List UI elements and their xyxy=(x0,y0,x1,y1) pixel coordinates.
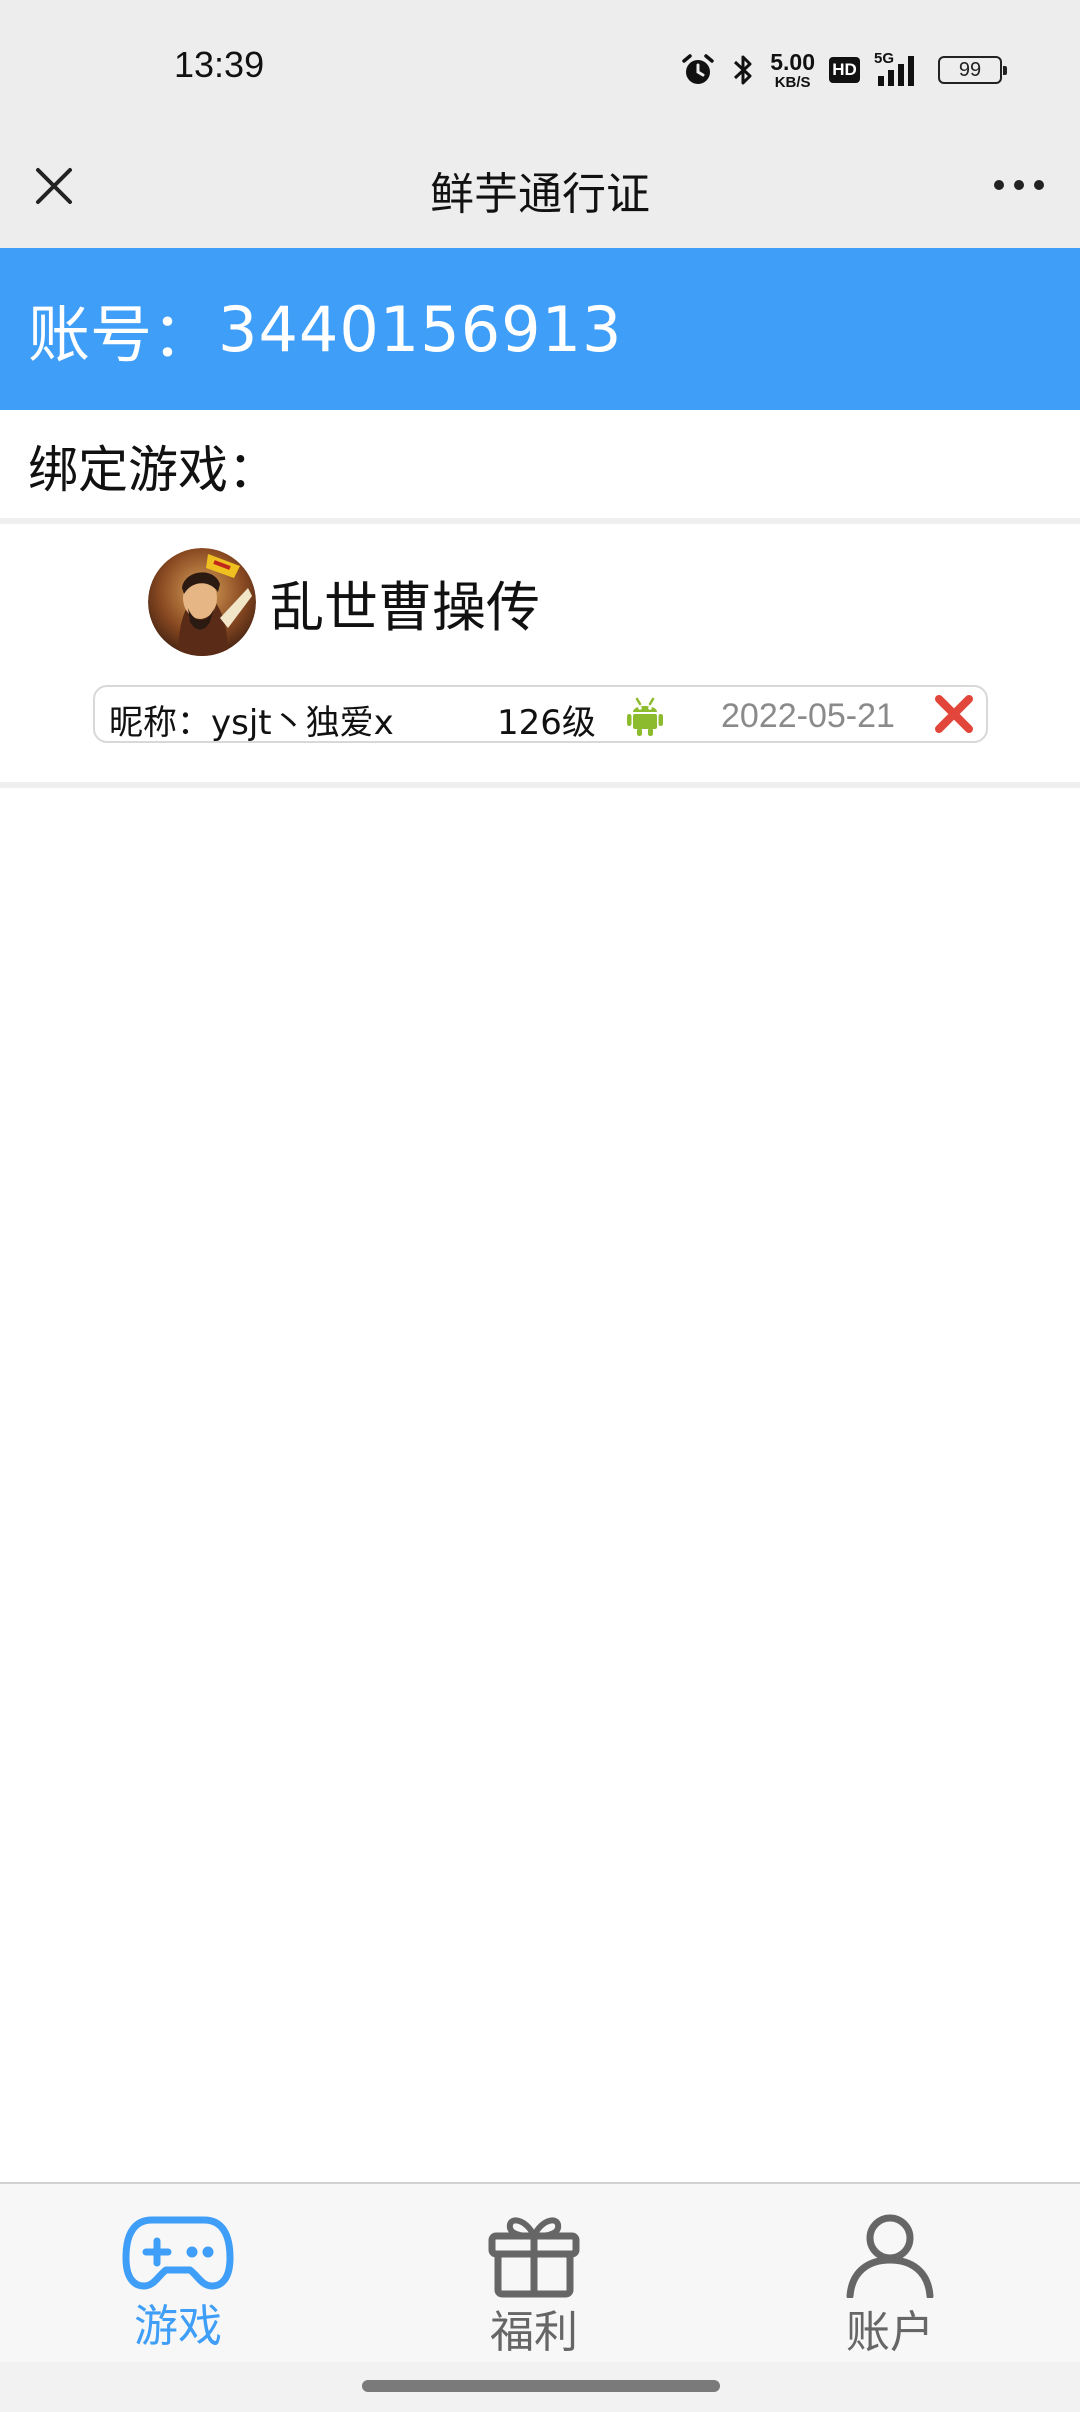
level-text: 126级 xyxy=(497,703,596,743)
nav-item-account[interactable]: 账户 xyxy=(790,2212,990,2360)
title-bar: 鲜芋通行证 xyxy=(0,138,1080,248)
game-avatar xyxy=(148,548,256,656)
delete-bind-button[interactable] xyxy=(929,689,979,739)
bind-record-row: 昵称：ysjt丶独爱x 126级 2022-05-21 xyxy=(93,685,988,743)
android-icon xyxy=(627,697,663,736)
nickname-text: 昵称：ysjt丶独爱x xyxy=(109,695,394,744)
gesture-bar-area xyxy=(0,2362,1080,2412)
account-banner: 账号： 3440156913 xyxy=(0,248,1080,410)
nav-label-games: 游戏 xyxy=(134,2301,222,2352)
net-speed: 5.00 KB/S xyxy=(770,48,815,91)
status-bar: 13:39 5.00 KB/S HD 5G 99 xyxy=(0,0,1080,138)
section-divider xyxy=(0,518,1080,524)
account-label: 账号： xyxy=(28,298,215,371)
nav-label-account: 账户 xyxy=(846,2307,934,2358)
nickname-value: ysjt丶独爱x xyxy=(211,703,394,743)
battery-icon: 99 xyxy=(938,56,1007,84)
gamepad-icon xyxy=(122,2216,234,2290)
status-icons: 5.00 KB/S HD 5G 99 xyxy=(680,46,1007,94)
more-icon xyxy=(994,180,1044,190)
net-speed-value: 5.00 xyxy=(770,48,815,75)
game-name: 乱世曹操传 xyxy=(270,575,540,639)
nav-item-welfare[interactable]: 福利 xyxy=(434,2212,634,2360)
gift-icon xyxy=(488,2217,580,2298)
signal-icon: 5G xyxy=(874,50,924,88)
user-icon xyxy=(846,2214,934,2298)
bind-games-title: 绑定游戏： xyxy=(28,441,278,499)
nickname-label: 昵称： xyxy=(109,703,211,743)
more-button[interactable] xyxy=(986,160,1052,210)
nav-label-welfare: 福利 xyxy=(490,2307,578,2358)
bind-date: 2022-05-21 xyxy=(721,697,895,735)
bottom-nav: 游戏 福利 账户 xyxy=(0,2182,1080,2362)
net-speed-unit: KB/S xyxy=(774,73,811,91)
delete-icon xyxy=(935,695,973,733)
status-time: 13:39 xyxy=(174,44,265,85)
game-card-divider xyxy=(0,782,1080,788)
bluetooth-icon xyxy=(734,55,752,85)
nav-item-games[interactable]: 游戏 xyxy=(78,2212,278,2354)
battery-level: 99 xyxy=(958,58,982,81)
page-title: 鲜芋通行证 xyxy=(430,169,650,220)
alarm-icon xyxy=(682,54,714,84)
game-card-header[interactable]: 乱世曹操传 xyxy=(148,548,540,656)
hd-icon: HD xyxy=(829,57,860,83)
account-number: 3440156913 xyxy=(218,292,623,366)
home-indicator[interactable] xyxy=(362,2380,720,2392)
